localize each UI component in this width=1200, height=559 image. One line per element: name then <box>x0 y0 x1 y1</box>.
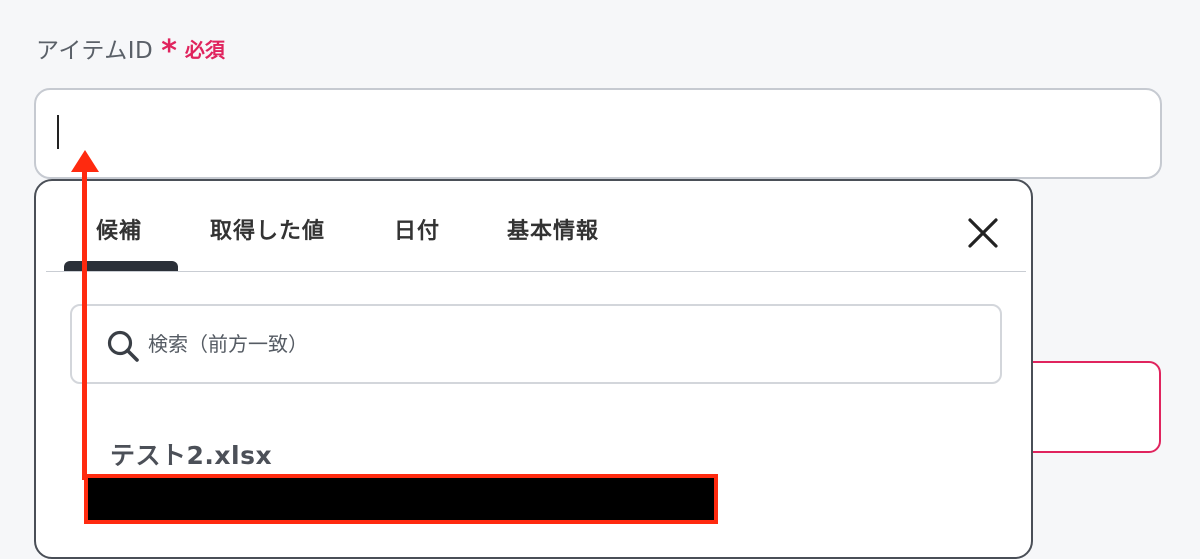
search-icon <box>107 330 139 362</box>
close-icon <box>968 218 998 248</box>
field-label: アイテムID * 必須 <box>36 30 225 69</box>
popup-tabs: 候補 取得した値 日付 基本情報 <box>46 181 1026 272</box>
field-label-text: アイテムID <box>36 38 154 64</box>
search-box[interactable] <box>70 304 1002 384</box>
search-input[interactable] <box>148 324 968 364</box>
tab-basic-info[interactable]: 基本情報 <box>507 213 599 245</box>
tab-date[interactable]: 日付 <box>394 213 440 245</box>
text-caret <box>57 115 59 149</box>
redacted-area <box>84 474 718 524</box>
close-button[interactable] <box>966 216 1000 250</box>
annotation-arrowhead <box>71 150 99 172</box>
annotation-arrow-line <box>82 168 87 480</box>
item-id-input[interactable] <box>34 88 1162 179</box>
required-badge: 必須 <box>184 37 225 62</box>
tab-retrieved-values[interactable]: 取得した値 <box>210 213 325 245</box>
required-star: * <box>161 34 177 69</box>
tab-candidates[interactable]: 候補 <box>96 213 142 245</box>
list-item[interactable]: テスト2.xlsx <box>110 436 272 472</box>
